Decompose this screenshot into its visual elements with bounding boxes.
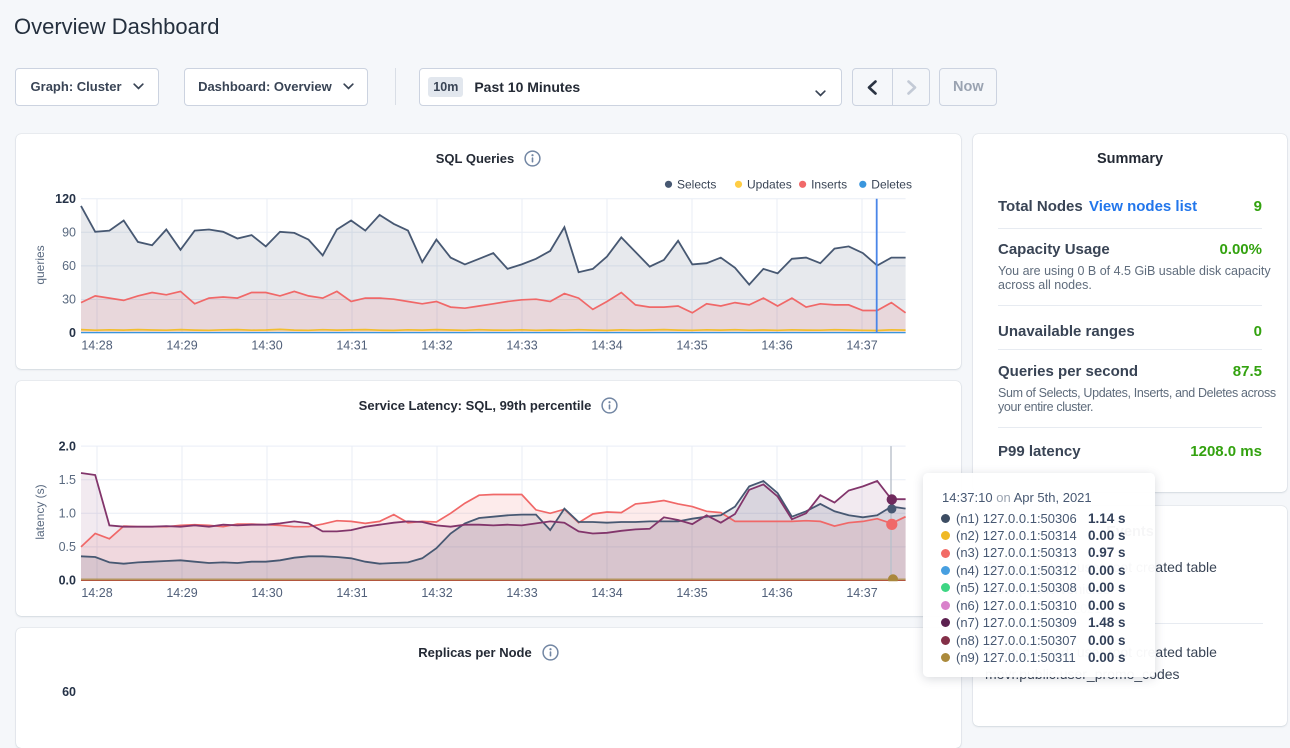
- svg-text:1.5: 1.5: [59, 473, 76, 487]
- svg-text:14:31: 14:31: [336, 586, 367, 600]
- svg-text:0.0: 0.0: [59, 574, 76, 588]
- svg-text:latency (s): latency (s): [33, 484, 47, 539]
- svg-text:14:28: 14:28: [81, 339, 112, 353]
- svg-text:14:31: 14:31: [336, 339, 367, 353]
- svg-text:14:34: 14:34: [591, 586, 622, 600]
- svg-text:Deletes: Deletes: [871, 178, 912, 192]
- svg-text:14:29: 14:29: [166, 339, 197, 353]
- svg-text:Updates: Updates: [747, 178, 792, 192]
- svg-text:0: 0: [69, 326, 76, 340]
- svg-text:14:34: 14:34: [591, 339, 622, 353]
- svg-text:14:32: 14:32: [421, 339, 452, 353]
- svg-text:14:33: 14:33: [506, 339, 537, 353]
- svg-text:14:35: 14:35: [676, 339, 707, 353]
- svg-text:14:36: 14:36: [761, 339, 792, 353]
- svg-text:30: 30: [62, 293, 76, 307]
- svg-text:0.5: 0.5: [59, 540, 76, 554]
- svg-text:14:29: 14:29: [166, 586, 197, 600]
- svg-text:Inserts: Inserts: [811, 178, 847, 192]
- svg-text:14:28: 14:28: [81, 586, 112, 600]
- svg-text:120: 120: [55, 192, 76, 206]
- svg-text:14:30: 14:30: [251, 339, 282, 353]
- svg-text:14:32: 14:32: [421, 586, 452, 600]
- svg-text:1.0: 1.0: [59, 507, 76, 521]
- svg-text:14:37: 14:37: [846, 586, 877, 600]
- svg-text:Selects: Selects: [677, 178, 716, 192]
- svg-text:14:33: 14:33: [506, 586, 537, 600]
- svg-text:queries: queries: [33, 245, 47, 284]
- svg-text:14:36: 14:36: [761, 586, 792, 600]
- svg-text:2.0: 2.0: [59, 439, 76, 453]
- svg-text:60: 60: [62, 259, 76, 273]
- svg-text:90: 90: [62, 226, 76, 240]
- svg-text:14:30: 14:30: [251, 586, 282, 600]
- svg-text:14:35: 14:35: [676, 586, 707, 600]
- svg-text:14:37: 14:37: [846, 339, 877, 353]
